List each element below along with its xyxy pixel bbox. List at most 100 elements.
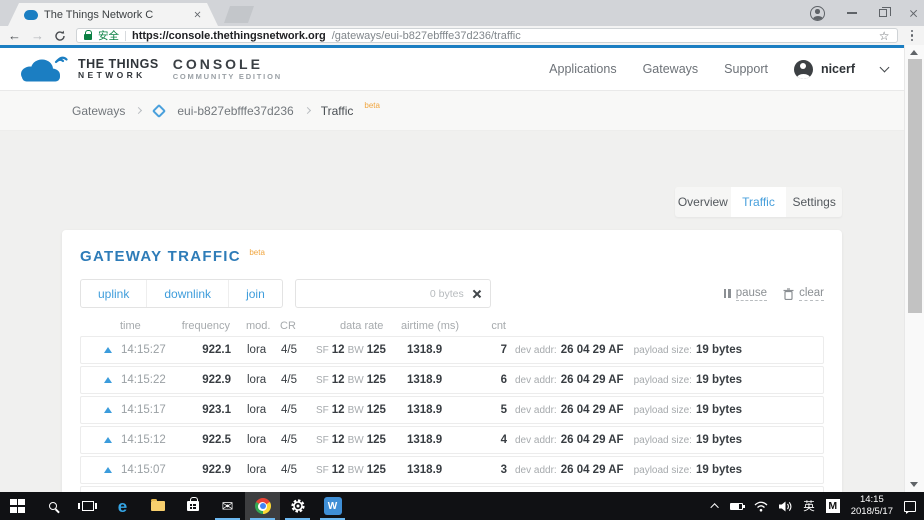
dev-addr-value: 26 04 29 AF bbox=[561, 434, 624, 446]
tab-overview[interactable]: Overview bbox=[675, 187, 731, 217]
table-row[interactable]: 14:15:27 922.1 lora 4/5 SF 12 BW 125 131… bbox=[80, 336, 824, 364]
nav-gateways[interactable]: Gateways bbox=[643, 62, 699, 76]
breadcrumb-separator-icon bbox=[135, 107, 142, 114]
cell-data-rate: SF 12 BW 125 bbox=[316, 404, 387, 416]
scrollbar-thumb[interactable] bbox=[908, 59, 922, 313]
sf-label: SF bbox=[316, 345, 329, 356]
chrome-button[interactable] bbox=[245, 492, 280, 520]
tab-settings[interactable]: Settings bbox=[786, 187, 842, 217]
browser-profile-icon[interactable] bbox=[810, 6, 825, 21]
table-header: time frequency mod. CR data rate airtime… bbox=[80, 320, 824, 332]
cell-cnt: 4 bbox=[472, 434, 507, 446]
battery-icon[interactable] bbox=[730, 503, 743, 510]
search-input[interactable]: 0 bytes bbox=[295, 279, 491, 308]
tab-close-icon[interactable] bbox=[194, 11, 201, 18]
brand-wordmark[interactable]: THE THINGS NETWORK bbox=[78, 58, 159, 80]
cell-mod: lora bbox=[231, 434, 276, 446]
nav-support[interactable]: Support bbox=[724, 62, 768, 76]
tab-traffic[interactable]: Traffic bbox=[731, 187, 787, 217]
window-minimize-icon[interactable] bbox=[847, 12, 857, 13]
start-button[interactable] bbox=[0, 492, 35, 520]
filter-join-button[interactable]: join bbox=[228, 280, 282, 307]
folder-icon bbox=[151, 501, 165, 511]
mail-icon: ✉ bbox=[222, 499, 234, 513]
dev-addr-value: 26 04 29 AF bbox=[561, 404, 624, 416]
filter-downlink-button[interactable]: downlink bbox=[146, 280, 228, 307]
clear-button[interactable]: clear bbox=[783, 286, 824, 302]
cell-frequency: 922.9 bbox=[171, 464, 231, 476]
browser-tab[interactable]: The Things Network C bbox=[8, 3, 218, 26]
windows-logo-icon bbox=[10, 499, 24, 513]
table-row[interactable]: 14:15:22 922.9 lora 4/5 SF 12 BW 125 131… bbox=[80, 366, 824, 394]
window-restore-icon[interactable] bbox=[879, 9, 887, 17]
new-tab-button[interactable] bbox=[224, 6, 254, 23]
file-explorer-button[interactable] bbox=[140, 492, 175, 520]
cell-cr: 4/5 bbox=[276, 434, 316, 446]
cell-frequency: 922.5 bbox=[171, 434, 231, 446]
filter-uplink-button[interactable]: uplink bbox=[81, 280, 146, 307]
col-frequency: frequency bbox=[170, 320, 230, 332]
cell-meta: dev addr: 26 04 29 AF payload size: 19 b… bbox=[507, 464, 742, 476]
pause-button[interactable]: pause bbox=[724, 286, 768, 302]
ime-mode-indicator[interactable]: M bbox=[826, 499, 840, 513]
taskbar-clock[interactable]: 14:15 2018/5/17 bbox=[851, 494, 893, 518]
traffic-card: GATEWAY TRAFFIC beta uplink downlink joi… bbox=[62, 230, 842, 492]
ttn-logo-icon[interactable] bbox=[16, 54, 68, 84]
forward-icon: → bbox=[31, 29, 44, 42]
bw-label: BW bbox=[348, 435, 364, 446]
pinned-app-button[interactable]: W bbox=[315, 492, 350, 520]
mail-button[interactable]: ✉ bbox=[210, 492, 245, 520]
wifi-icon[interactable] bbox=[754, 501, 768, 512]
user-menu[interactable]: nicerf bbox=[794, 60, 855, 79]
screen: The Things Network C ← → 安全 https://cons… bbox=[0, 0, 924, 520]
refresh-icon[interactable] bbox=[54, 30, 66, 42]
browser-menu-icon[interactable] bbox=[908, 30, 917, 42]
cell-cr: 4/5 bbox=[276, 374, 316, 386]
payload-size-label: payload size: bbox=[634, 465, 692, 476]
edge-button[interactable]: e bbox=[105, 492, 140, 520]
tray-expand-icon[interactable] bbox=[711, 503, 719, 511]
tab-title: The Things Network C bbox=[44, 9, 187, 21]
cell-time: 14:15:27 bbox=[115, 344, 171, 356]
payload-size-label: payload size: bbox=[634, 435, 692, 446]
ime-language-indicator[interactable]: 英 bbox=[803, 498, 815, 514]
url-path: /gateways/eui-b827ebfffe37d236/traffic bbox=[332, 30, 521, 42]
scroll-up-icon[interactable] bbox=[910, 50, 918, 55]
gear-icon bbox=[290, 498, 306, 514]
scroll-down-icon[interactable] bbox=[910, 482, 918, 487]
secure-lock-icon[interactable] bbox=[84, 34, 92, 40]
cell-airtime: 1318.9 bbox=[387, 434, 472, 446]
table-row[interactable]: 14:15:07 922.9 lora 4/5 SF 12 BW 125 131… bbox=[80, 456, 824, 484]
task-view-button[interactable] bbox=[70, 492, 105, 520]
taskbar: e ✉ W 英 M bbox=[0, 492, 924, 520]
breadcrumb-gateways[interactable]: Gateways bbox=[72, 104, 125, 118]
breadcrumb-gateway-id[interactable]: eui-b827ebfffe37d236 bbox=[177, 104, 293, 118]
sf-label: SF bbox=[316, 375, 329, 386]
table-row[interactable]: 14:15:17 923.1 lora 4/5 SF 12 BW 125 131… bbox=[80, 396, 824, 424]
clock-date: 2018/5/17 bbox=[851, 506, 893, 517]
chevron-down-icon[interactable] bbox=[880, 62, 890, 72]
action-center-icon[interactable] bbox=[904, 501, 916, 512]
volume-icon[interactable] bbox=[779, 501, 792, 512]
url-bar[interactable]: 安全 https://console.thethingsnetwork.org/… bbox=[76, 28, 898, 43]
bookmark-star-icon[interactable]: ☆ bbox=[879, 30, 890, 42]
back-icon[interactable]: ← bbox=[8, 29, 21, 42]
col-airtime: airtime (ms) bbox=[386, 320, 471, 332]
cell-meta: dev addr: 26 04 29 AF payload size: 19 b… bbox=[507, 344, 742, 356]
store-button[interactable] bbox=[175, 492, 210, 520]
dev-addr-value: 26 04 29 AF bbox=[561, 374, 624, 386]
settings-button[interactable] bbox=[280, 492, 315, 520]
cell-data-rate: SF 12 BW 125 bbox=[316, 374, 387, 386]
dev-addr-label: dev addr: bbox=[515, 465, 557, 476]
payload-size-label: payload size: bbox=[634, 405, 692, 416]
nav-applications[interactable]: Applications bbox=[549, 62, 616, 76]
gateway-tabs: Overview Traffic Settings bbox=[675, 187, 842, 217]
taskbar-search-button[interactable] bbox=[35, 492, 70, 520]
table-row[interactable]: 14:15:12 922.5 lora 4/5 SF 12 BW 125 131… bbox=[80, 426, 824, 454]
page-scrollbar[interactable] bbox=[904, 45, 924, 492]
clear-search-icon[interactable] bbox=[472, 289, 482, 299]
secure-label: 安全 bbox=[98, 28, 119, 43]
window-close-icon[interactable] bbox=[909, 9, 918, 18]
sf-label: SF bbox=[316, 465, 329, 476]
uplink-arrow-icon bbox=[104, 467, 112, 473]
